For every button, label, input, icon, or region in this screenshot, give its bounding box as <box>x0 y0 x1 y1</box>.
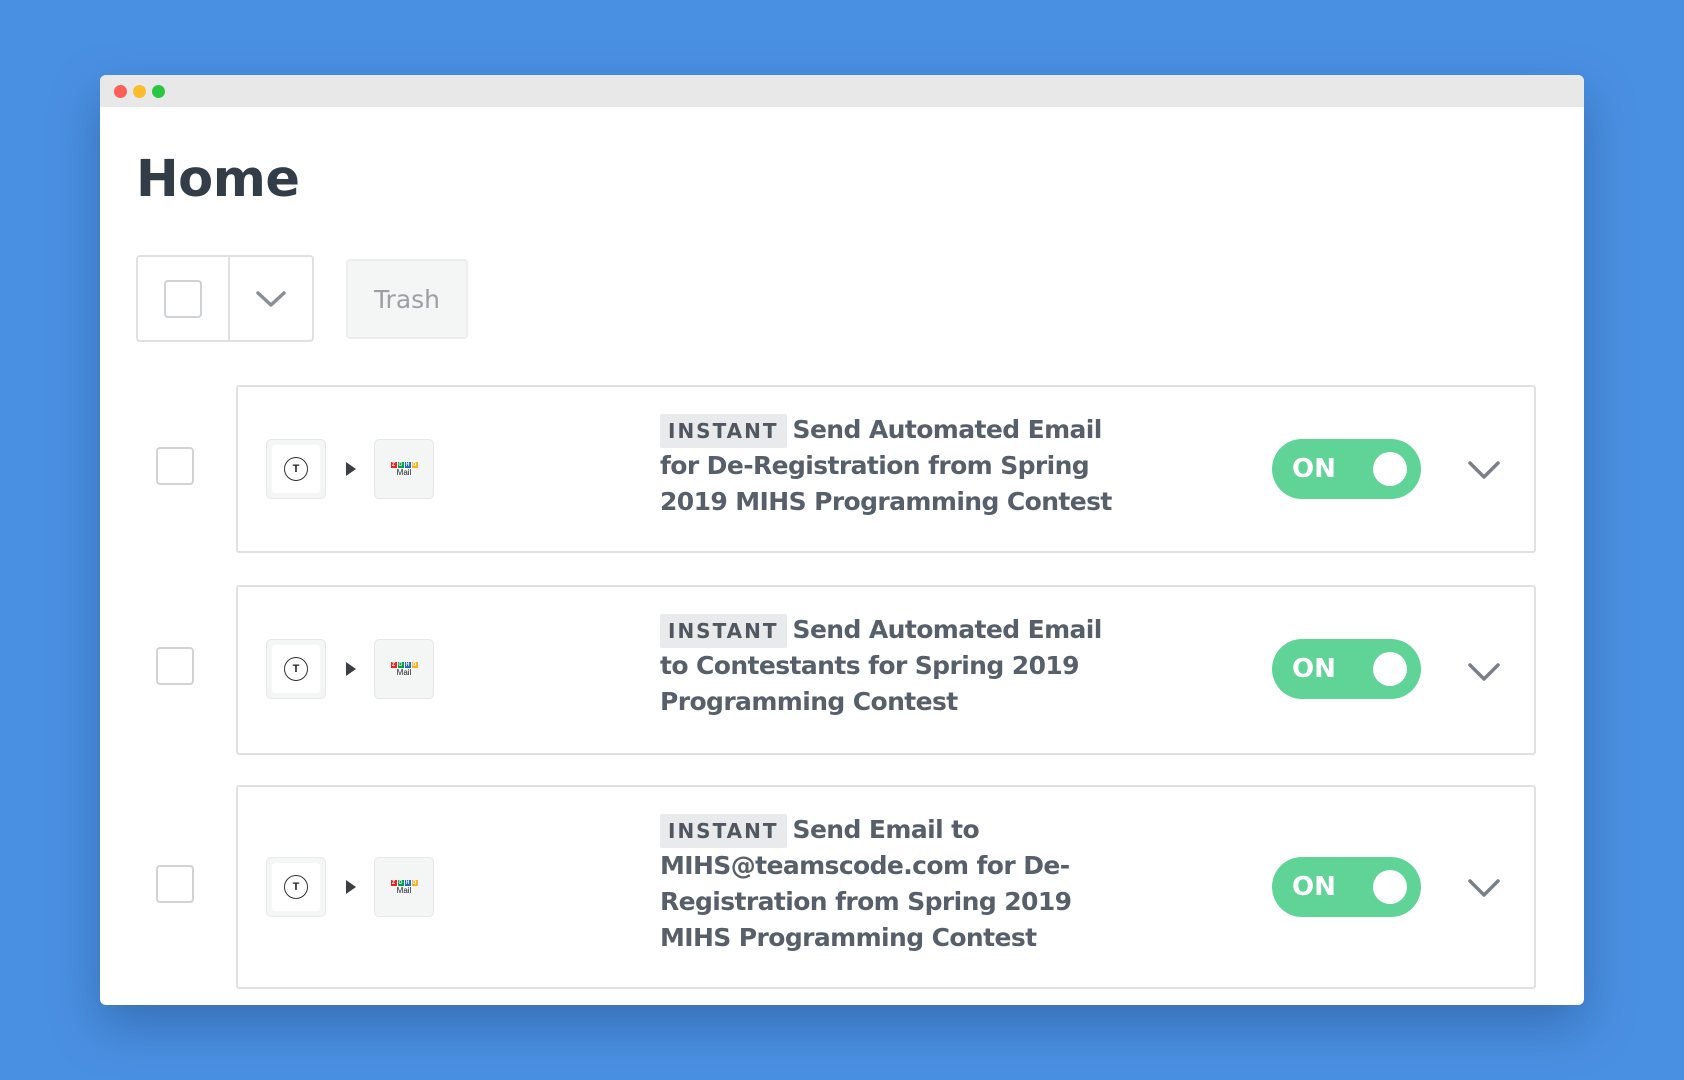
maximize-window-button[interactable] <box>152 85 165 98</box>
flow-arrow-icon <box>346 662 356 676</box>
bulk-select-dropdown[interactable] <box>230 257 312 340</box>
zap-app-icons: T Z O H O Mail <box>266 439 434 499</box>
zoho-letter: O <box>397 879 404 886</box>
flow-arrow-icon <box>346 880 356 894</box>
zap-row-checkbox[interactable] <box>156 447 194 485</box>
window-titlebar <box>100 75 1584 107</box>
zap-on-off-toggle[interactable]: ON <box>1272 439 1421 499</box>
app-window: Home Trash T Z O H O Mail INSTANT Send A… <box>100 75 1584 1005</box>
trash-button[interactable]: Trash <box>346 259 468 339</box>
toggle-label: ON <box>1292 654 1336 684</box>
bulk-select-control <box>136 255 314 342</box>
zap-card[interactable]: T Z O H O Mail INSTANT Send Automated Ema… <box>236 385 1536 553</box>
zap-row-checkbox[interactable] <box>156 647 194 685</box>
zoho-letter: O <box>411 661 418 668</box>
zap-on-off-toggle[interactable]: ON <box>1272 857 1421 917</box>
zap-on-off-toggle[interactable]: ON <box>1272 639 1421 699</box>
chevron-down-icon <box>256 290 286 307</box>
select-all-cell <box>138 257 230 340</box>
zoho-letter: H <box>404 661 411 668</box>
toggle-knob <box>1373 870 1407 904</box>
t-icon: T <box>272 645 320 693</box>
t-logo-letter: T <box>284 875 308 899</box>
zoho-letter: O <box>411 879 418 886</box>
toggle-knob <box>1373 652 1407 686</box>
trigger-app-tile: T <box>266 439 326 499</box>
zap-card[interactable]: T Z O H O Mail INSTANT Send Email to MIHS… <box>236 785 1536 989</box>
t-icon: T <box>272 445 320 493</box>
toggle-knob <box>1373 452 1407 486</box>
zap-card[interactable]: T Z O H O Mail INSTANT Send Automated Ema… <box>236 585 1536 755</box>
t-logo-letter: T <box>284 657 308 681</box>
trigger-app-tile: T <box>266 857 326 917</box>
zoho-letter: O <box>411 461 418 468</box>
toggle-label: ON <box>1292 872 1336 902</box>
zoho-letter: Z <box>390 461 397 468</box>
zoho-mail-icon: Z O H O Mail <box>390 661 418 677</box>
chevron-down-icon[interactable] <box>1466 459 1502 481</box>
zap-title[interactable]: INSTANT Send Automated Email to Contestan… <box>660 612 1120 720</box>
zap-app-icons: T Z O H O Mail <box>266 639 434 699</box>
action-app-tile: Z O H O Mail <box>374 439 434 499</box>
chevron-down-icon[interactable] <box>1466 661 1502 683</box>
zoho-letter: O <box>397 661 404 668</box>
zoho-mail-text: Mail <box>396 667 412 677</box>
t-icon: T <box>272 863 320 911</box>
minimize-window-button[interactable] <box>133 85 146 98</box>
t-logo-letter: T <box>284 457 308 481</box>
toggle-label: ON <box>1292 454 1336 484</box>
close-window-button[interactable] <box>114 85 127 98</box>
zoho-letter: O <box>397 461 404 468</box>
zoho-letter: Z <box>390 661 397 668</box>
zoho-mail-icon: Z O H O Mail <box>390 879 418 895</box>
instant-badge: INSTANT <box>660 814 787 848</box>
instant-badge: INSTANT <box>660 414 787 448</box>
zap-title[interactable]: INSTANT Send Automated Email for De-Regis… <box>660 412 1120 520</box>
zoho-letter: H <box>404 461 411 468</box>
page-title: Home <box>136 150 300 209</box>
chevron-down-icon[interactable] <box>1466 877 1502 899</box>
zap-row-checkbox[interactable] <box>156 865 194 903</box>
zoho-mail-text: Mail <box>396 467 412 477</box>
flow-arrow-icon <box>346 462 356 476</box>
select-all-checkbox[interactable] <box>164 279 202 318</box>
zap-title[interactable]: INSTANT Send Email to MIHS@teamscode.com … <box>660 812 1120 956</box>
zoho-mail-text: Mail <box>396 885 412 895</box>
zoho-letter: Z <box>390 879 397 886</box>
zoho-letter: H <box>404 879 411 886</box>
action-app-tile: Z O H O Mail <box>374 639 434 699</box>
instant-badge: INSTANT <box>660 614 787 648</box>
action-app-tile: Z O H O Mail <box>374 857 434 917</box>
zoho-mail-icon: Z O H O Mail <box>390 461 418 477</box>
trigger-app-tile: T <box>266 639 326 699</box>
zap-app-icons: T Z O H O Mail <box>266 857 434 917</box>
